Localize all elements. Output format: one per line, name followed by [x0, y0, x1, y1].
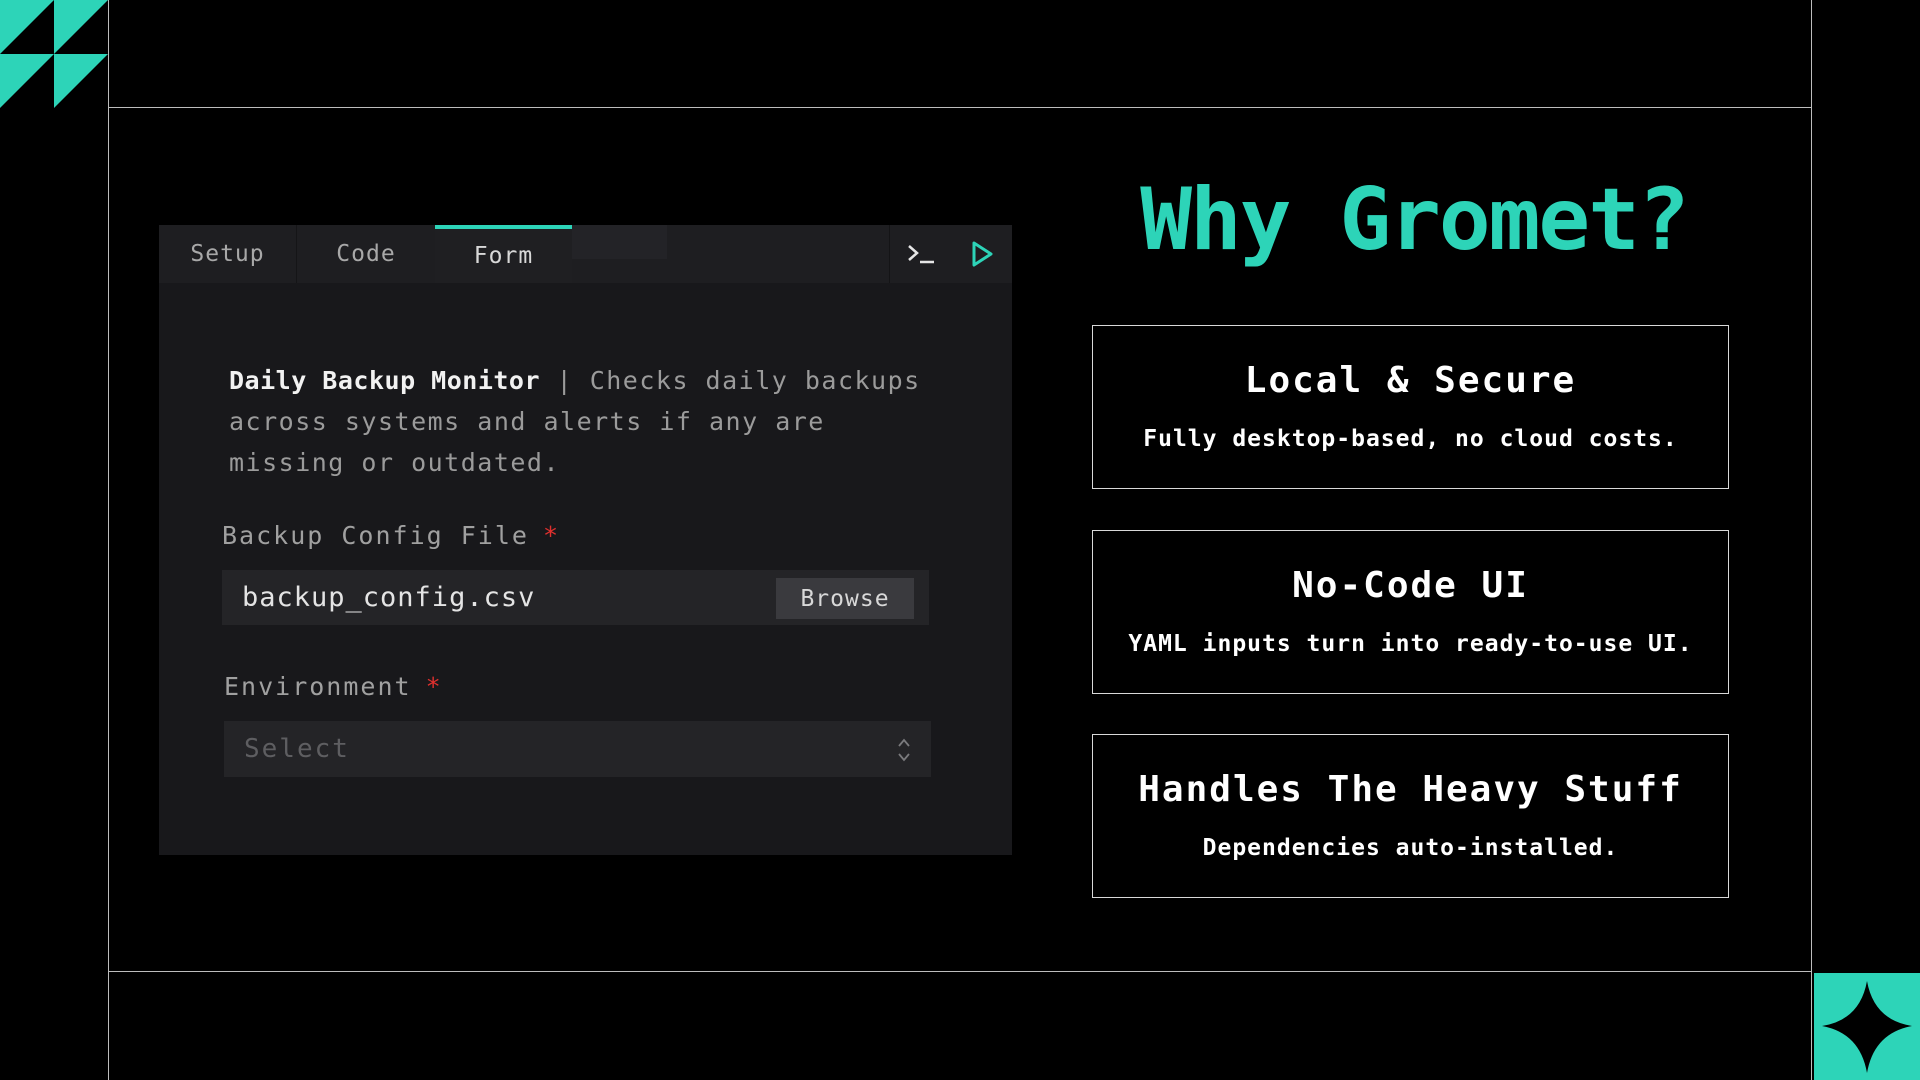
description-separator: | [540, 366, 590, 395]
terminal-icon [907, 245, 934, 264]
frame-top-line [108, 107, 1812, 108]
feature-card: Local & Secure Fully desktop-based, no c… [1092, 325, 1729, 489]
play-icon [972, 241, 992, 267]
tab-code[interactable]: Code [296, 225, 435, 283]
feature-title: No-Code UI [1292, 565, 1529, 606]
feature-text: Fully desktop-based, no cloud costs. [1143, 426, 1678, 452]
app-window: Setup Code Form Daily Backup Monitor | C… [159, 225, 1012, 855]
config-file-field[interactable]: backup_config.csv Browse [222, 570, 929, 625]
environment-placeholder: Select [244, 734, 350, 764]
star-pattern-decoration [1814, 973, 1920, 1080]
frame-bottom-line [108, 971, 1812, 972]
environment-label-text: Environment [224, 672, 412, 701]
environment-select[interactable]: Select [224, 721, 931, 777]
triangle-pattern-decoration [0, 0, 108, 108]
script-title: Daily Backup Monitor [229, 366, 541, 395]
required-marker: * [542, 521, 560, 550]
feature-title: Handles The Heavy Stuff [1138, 769, 1683, 810]
required-marker: * [425, 672, 443, 701]
config-file-label-text: Backup Config File [222, 521, 529, 550]
feature-text: YAML inputs turn into ready-to-use UI. [1128, 631, 1693, 657]
feature-card: No-Code UI YAML inputs turn into ready-t… [1092, 530, 1729, 694]
frame-left-line [108, 0, 109, 1080]
config-file-label: Backup Config File * [222, 521, 560, 550]
page-title: Why Gromet? [1140, 170, 1690, 270]
terminal-button[interactable] [890, 225, 951, 283]
feature-text: Dependencies auto-installed. [1202, 835, 1619, 861]
config-file-value: backup_config.csv [242, 582, 536, 613]
feature-title: Local & Secure [1244, 360, 1577, 401]
feature-card: Handles The Heavy Stuff Dependencies aut… [1092, 734, 1729, 898]
chevron-updown-icon [898, 738, 910, 762]
tab-bar: Setup Code Form [159, 225, 1012, 283]
tab-form[interactable]: Form [435, 225, 572, 283]
environment-label: Environment * [224, 672, 443, 701]
run-button[interactable] [951, 225, 1012, 283]
script-description: Daily Backup Monitor | Checks daily back… [229, 360, 929, 483]
frame-right-line [1811, 0, 1812, 1080]
tab-placeholder [572, 225, 667, 259]
tab-setup[interactable]: Setup [159, 225, 296, 283]
browse-button[interactable]: Browse [776, 578, 914, 619]
